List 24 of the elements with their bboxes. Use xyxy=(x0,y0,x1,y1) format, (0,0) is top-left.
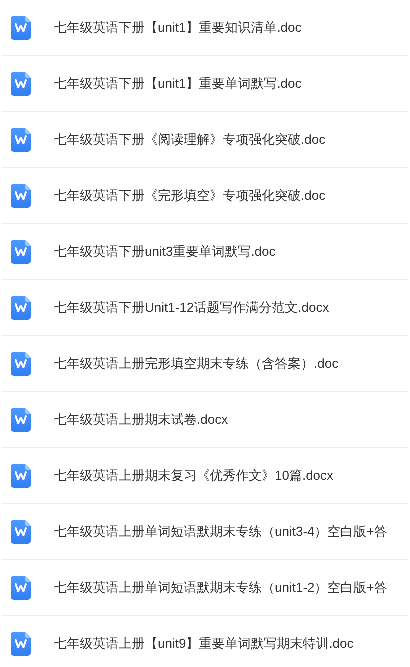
word-document-icon xyxy=(11,576,31,600)
file-name[interactable]: 七年级英语上册期末试卷.docx xyxy=(54,410,228,430)
word-document-icon xyxy=(11,296,31,320)
word-document-icon xyxy=(11,184,31,208)
file-name[interactable]: 七年级英语下册【unit1】重要单词默写.doc xyxy=(54,74,302,94)
word-document-icon xyxy=(11,520,31,544)
word-document-icon xyxy=(11,128,31,152)
file-name[interactable]: 七年级英语下册《完形填空》专项强化突破.doc xyxy=(54,186,326,206)
word-document-icon xyxy=(11,72,31,96)
file-name[interactable]: 七年级英语下册unit3重要单词默写.doc xyxy=(54,242,276,262)
word-document-icon xyxy=(11,240,31,264)
word-document-icon xyxy=(11,352,31,376)
word-document-icon xyxy=(11,632,31,656)
word-document-icon xyxy=(11,464,31,488)
file-name[interactable]: 七年级英语上册【unit9】重要单词默写期末特训.doc xyxy=(54,634,354,654)
file-name[interactable]: 七年级英语上册单词短语默期末专练（unit3-4）空白版+答 xyxy=(54,522,388,542)
word-document-icon xyxy=(11,408,31,432)
word-document-icon xyxy=(11,16,31,40)
file-name[interactable]: 七年级英语上册单词短语默期末专练（unit1-2）空白版+答 xyxy=(54,578,388,598)
file-name[interactable]: 七年级英语上册完形填空期末专练（含答案）.doc xyxy=(54,354,339,374)
file-name[interactable]: 七年级英语下册《阅读理解》专项强化突破.doc xyxy=(54,130,326,150)
file-name[interactable]: 七年级英语下册Unit1-12话题写作满分范文.docx xyxy=(54,298,330,318)
file-name[interactable]: 七年级英语上册期末复习《优秀作文》10篇.docx xyxy=(54,466,334,486)
file-name[interactable]: 七年级英语下册【unit1】重要知识清单.doc xyxy=(54,18,302,38)
